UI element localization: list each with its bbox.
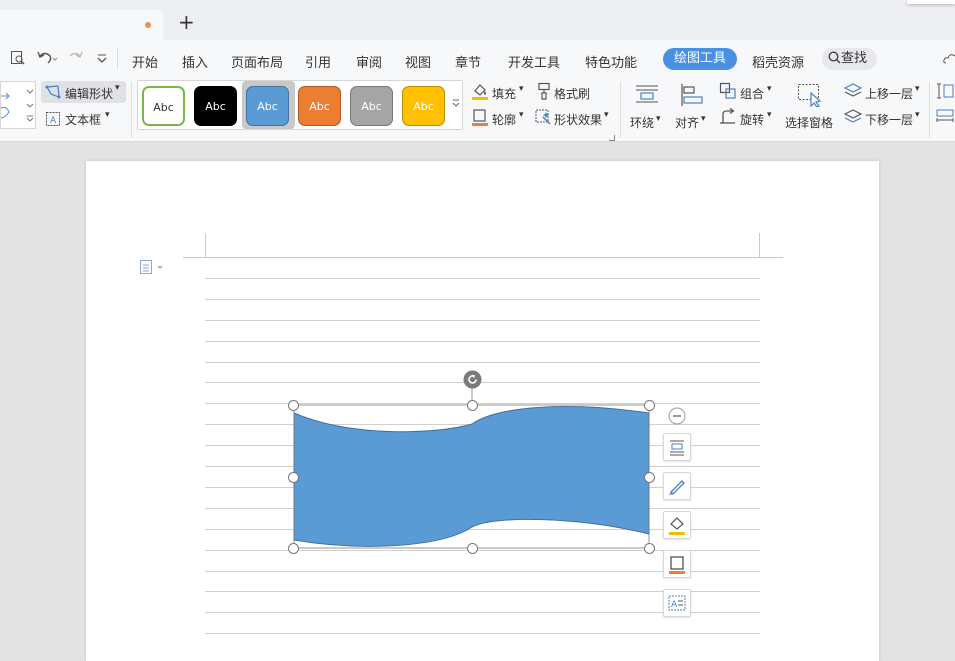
resize-handle-top-left[interactable] <box>288 400 299 411</box>
shape-style-button[interactable] <box>663 472 691 500</box>
text-wrap-icon: A <box>664 590 690 616</box>
shape-outline-icon <box>664 551 690 577</box>
resize-handle-bottom-right[interactable] <box>644 543 655 554</box>
collapse-icon[interactable] <box>668 407 686 428</box>
resize-handle-left[interactable] <box>288 472 299 483</box>
shape-style-icon <box>664 473 690 499</box>
layout-options-button[interactable] <box>663 433 691 461</box>
shape-fill-button[interactable] <box>663 511 691 539</box>
shape-canvas <box>0 0 955 652</box>
svg-text:A: A <box>671 600 678 610</box>
shape-fill-icon <box>664 512 690 538</box>
resize-handle-bottom-left[interactable] <box>288 543 299 554</box>
resize-handle-bottom[interactable] <box>467 543 478 554</box>
rotate-handle-icon[interactable] <box>463 370 482 392</box>
resize-handle-top[interactable] <box>467 400 478 411</box>
resize-handle-right[interactable] <box>644 472 655 483</box>
layout-options-icon <box>664 434 690 460</box>
shape-outline-button[interactable] <box>663 550 691 578</box>
resize-handle-top-right[interactable] <box>644 400 655 411</box>
wave-shape[interactable] <box>294 407 649 547</box>
text-wrap-button[interactable]: A <box>663 589 691 617</box>
